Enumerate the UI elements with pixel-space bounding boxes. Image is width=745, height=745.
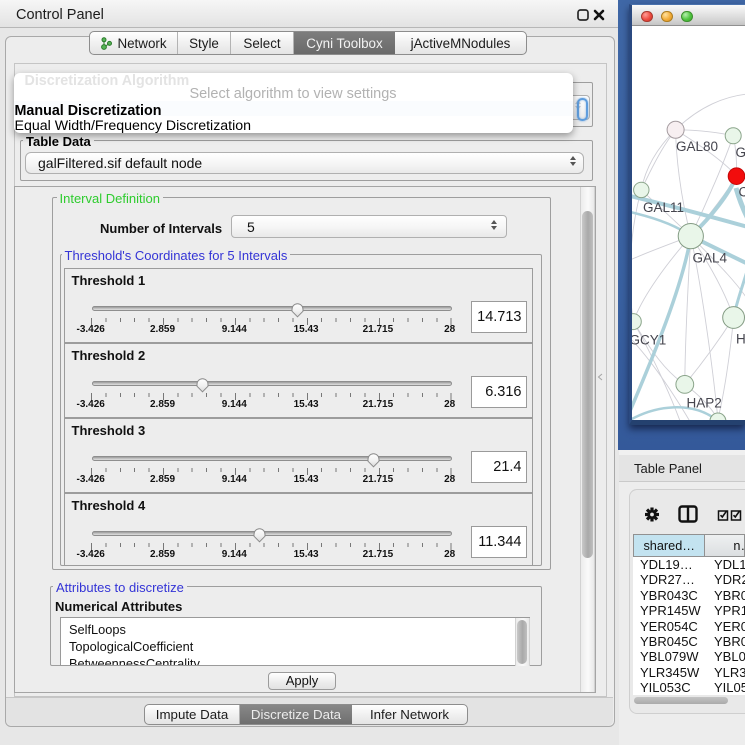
svg-text:GAL11: GAL11	[643, 200, 684, 215]
svg-text:GCY1: GCY1	[632, 333, 666, 348]
svg-text:H: H	[736, 332, 745, 347]
svg-text:GA: GA	[736, 145, 745, 160]
svg-text:C: C	[739, 185, 745, 200]
svg-text:GAL4: GAL4	[693, 251, 728, 266]
svg-text:HAP2: HAP2	[687, 396, 722, 411]
svg-text:GAL80: GAL80	[676, 139, 718, 154]
